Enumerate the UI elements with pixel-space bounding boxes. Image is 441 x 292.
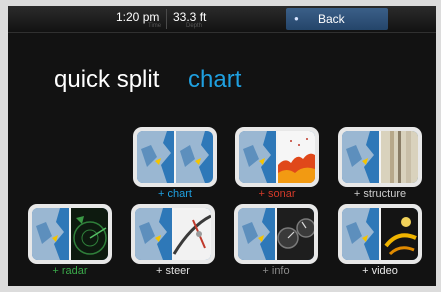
chart-structure-icon <box>342 131 418 183</box>
tile-label-sonar: + sonar <box>258 188 296 200</box>
tile-chart-steer[interactable] <box>131 204 215 264</box>
tile-chart-structure[interactable] <box>338 127 422 187</box>
tile-chart-video[interactable] <box>338 204 422 264</box>
back-button[interactable]: ● Back <box>286 8 388 30</box>
page-title-chart: chart <box>188 66 242 93</box>
status-divider <box>166 9 167 29</box>
chart-chart-icon <box>137 131 213 183</box>
tile-label-info: + info <box>262 265 290 277</box>
tile-label-structure: + structure <box>353 188 407 200</box>
depth-caption: Depth <box>186 23 203 29</box>
tile-chart-chart[interactable] <box>133 127 217 187</box>
device-screen: 1:20 pm Time 33.3 ft Depth ● Back quick … <box>8 6 436 286</box>
page-title-quick-split: quick split <box>54 66 160 93</box>
tile-chart-sonar[interactable] <box>235 127 319 187</box>
time-caption: Time <box>148 23 162 29</box>
tile-chart-radar[interactable] <box>28 204 112 264</box>
tile-label-video: + video <box>362 265 398 277</box>
tile-label-radar: + radar <box>52 265 88 277</box>
chart-radar-icon <box>32 208 108 260</box>
tile-chart-info[interactable] <box>234 204 318 264</box>
chart-video-icon <box>342 208 418 260</box>
chart-sonar-icon <box>239 131 315 183</box>
status-bar: 1:20 pm Time 33.3 ft Depth ● Back <box>8 6 436 33</box>
time-value: 1:20 pm <box>116 10 160 24</box>
back-dot-icon: ● <box>294 14 299 23</box>
tile-label-steer: + steer <box>156 265 190 277</box>
chart-steer-icon <box>135 208 211 260</box>
chart-info-icon <box>238 208 314 260</box>
depth-value: 33.3 ft <box>173 10 207 24</box>
back-label: Back <box>318 12 345 26</box>
tile-label-chart: + chart <box>158 188 192 200</box>
